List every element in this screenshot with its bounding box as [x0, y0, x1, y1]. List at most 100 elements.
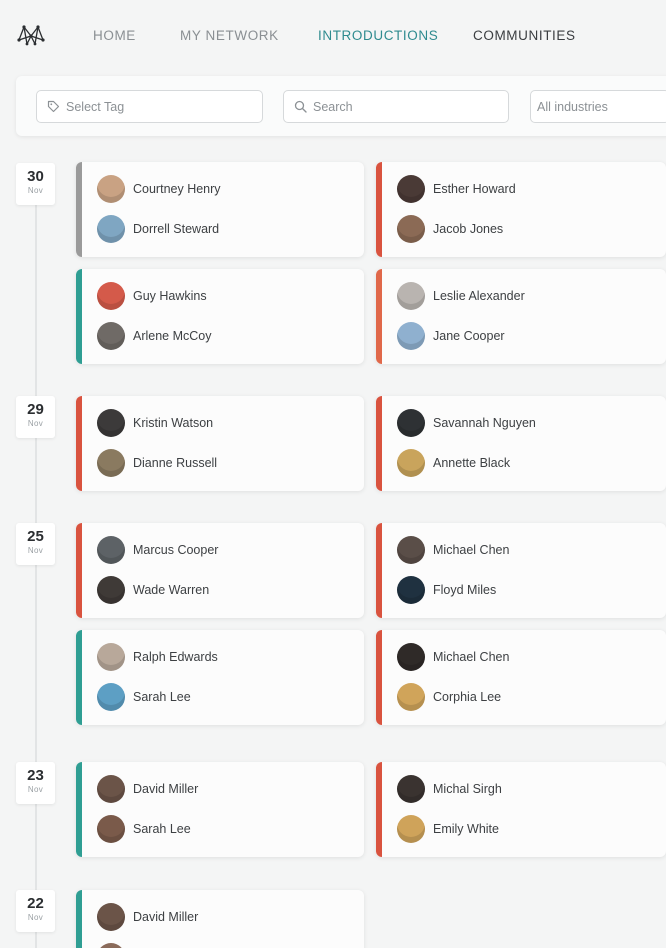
avatar [97, 449, 125, 477]
person-name: Corphia Lee [433, 690, 502, 704]
avatar [397, 576, 425, 604]
card-accent-stripe [376, 269, 382, 364]
nav-communities[interactable]: COMMUNITIES [473, 28, 576, 43]
avatar [97, 775, 125, 803]
avatar [397, 282, 425, 310]
card-accent-stripe [76, 523, 82, 618]
nav-introductions[interactable]: INTRODUCTIONS [318, 28, 438, 43]
card-person[interactable]: Dorrell Steward [97, 215, 219, 243]
introduction-card[interactable]: Leslie Alexander Jane Cooper [376, 269, 666, 364]
avatar [97, 576, 125, 604]
card-person[interactable]: Sarah Lee [97, 683, 191, 711]
card-person[interactable]: David Miller [97, 903, 198, 931]
card-person[interactable]: Kristin Watson [97, 409, 213, 437]
search-icon [294, 100, 307, 113]
search-field[interactable]: Search [283, 90, 509, 123]
avatar [97, 282, 125, 310]
date-month: Nov [27, 546, 44, 555]
introduction-card[interactable]: Kristin Watson Dianne Russell [76, 396, 364, 491]
card-accent-stripe [376, 523, 382, 618]
card-person[interactable] [97, 943, 133, 948]
introduction-card[interactable]: Savannah Nguyen Annette Black [376, 396, 666, 491]
avatar [397, 175, 425, 203]
date-marker: 29 Nov [16, 396, 55, 438]
avatar [97, 903, 125, 931]
introduction-card[interactable]: Guy Hawkins Arlene McCoy [76, 269, 364, 364]
date-month: Nov [27, 785, 44, 794]
nav-home[interactable]: HOME [93, 28, 136, 43]
avatar [97, 815, 125, 843]
card-person[interactable]: Courtney Henry [97, 175, 221, 203]
person-name: Sarah Lee [133, 690, 191, 704]
date-marker: 30 Nov [16, 163, 55, 205]
card-person[interactable]: Jacob Jones [397, 215, 503, 243]
card-person[interactable]: Guy Hawkins [97, 282, 207, 310]
card-person[interactable]: David Miller [97, 775, 198, 803]
card-person[interactable]: Marcus Cooper [97, 536, 218, 564]
person-name: Wade Warren [133, 583, 210, 597]
select-tag-placeholder: Select Tag [66, 99, 125, 114]
card-person[interactable]: Sarah Lee [97, 815, 191, 843]
card-person[interactable]: Ralph Edwards [97, 643, 218, 671]
avatar [97, 322, 125, 350]
person-name: David Miller [133, 782, 199, 796]
person-name: David Miller [133, 910, 199, 924]
person-name: Leslie Alexander [433, 289, 525, 303]
date-day: 29 [27, 401, 44, 418]
introduction-card[interactable]: David Miller Sarah Lee [76, 762, 364, 857]
person-name: Sarah Lee [133, 822, 191, 836]
card-person[interactable]: Wade Warren [97, 576, 209, 604]
card-accent-stripe [76, 762, 82, 857]
person-name: Arlene McCoy [133, 329, 212, 343]
introduction-card[interactable]: Michael Chen Floyd Miles [376, 523, 666, 618]
avatar [97, 409, 125, 437]
date-day: 23 [27, 767, 44, 784]
card-person[interactable]: Leslie Alexander [397, 282, 525, 310]
card-accent-stripe [76, 162, 82, 257]
card-accent-stripe [376, 762, 382, 857]
person-name: Floyd Miles [433, 583, 497, 597]
nav-my-network[interactable]: MY NETWORK [180, 28, 279, 43]
person-name: Michal Sirgh [433, 782, 502, 796]
card-person[interactable]: Michael Chen [397, 536, 509, 564]
card-person[interactable]: Michal Sirgh [397, 775, 502, 803]
introduction-card[interactable]: David Miller [76, 890, 364, 948]
person-name: Ralph Edwards [133, 650, 218, 664]
select-tag-field[interactable]: Select Tag [36, 90, 263, 123]
card-person[interactable]: Arlene McCoy [97, 322, 212, 350]
card-accent-stripe [76, 890, 82, 948]
card-accent-stripe [76, 269, 82, 364]
card-person[interactable]: Esther Howard [397, 175, 516, 203]
tag-icon [47, 100, 60, 113]
card-accent-stripe [376, 396, 382, 491]
avatar [397, 683, 425, 711]
card-person[interactable]: Jane Cooper [397, 322, 505, 350]
card-person[interactable]: Corphia Lee [397, 683, 501, 711]
date-month: Nov [27, 419, 44, 428]
introduction-card[interactable]: Michael Chen Corphia Lee [376, 630, 666, 725]
card-person[interactable]: Dianne Russell [97, 449, 217, 477]
person-name: Courtney Henry [133, 182, 221, 196]
industries-select[interactable]: All industries [530, 90, 666, 123]
avatar [97, 683, 125, 711]
avatar [97, 643, 125, 671]
introduction-card[interactable]: Marcus Cooper Wade Warren [76, 523, 364, 618]
person-name: Guy Hawkins [133, 289, 207, 303]
logo-icon[interactable] [16, 22, 46, 48]
person-name: Annette Black [433, 456, 511, 470]
industries-value: All industries [537, 99, 608, 114]
person-name: Marcus Cooper [133, 543, 219, 557]
card-person[interactable]: Savannah Nguyen [397, 409, 536, 437]
introduction-card[interactable]: Esther Howard Jacob Jones [376, 162, 666, 257]
introduction-card[interactable]: Courtney Henry Dorrell Steward [76, 162, 364, 257]
card-person[interactable]: Floyd Miles [397, 576, 496, 604]
avatar [397, 322, 425, 350]
introduction-card[interactable]: Michal Sirgh Emily White [376, 762, 666, 857]
card-person[interactable]: Annette Black [397, 449, 510, 477]
card-person[interactable]: Michael Chen [397, 643, 509, 671]
person-name: Jane Cooper [433, 329, 505, 343]
card-person[interactable]: Emily White [397, 815, 499, 843]
person-name: Jacob Jones [433, 222, 504, 236]
introduction-card[interactable]: Ralph Edwards Sarah Lee [76, 630, 364, 725]
person-name: Esther Howard [433, 182, 516, 196]
